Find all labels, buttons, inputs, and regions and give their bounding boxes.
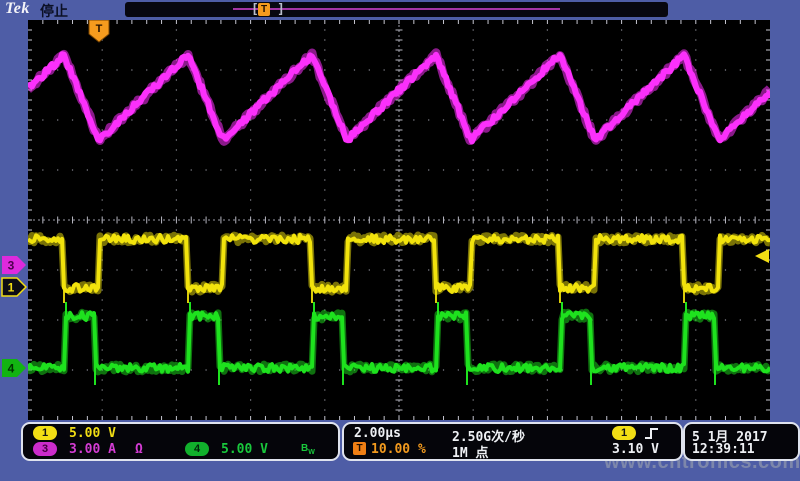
svg-text:4: 4 bbox=[8, 362, 15, 376]
svg-text:T: T bbox=[96, 23, 103, 35]
ch3-scale[interactable]: 3.00 A bbox=[69, 442, 116, 457]
trigger-position-flag[interactable]: T bbox=[89, 20, 109, 42]
horizontal-trigger-readout-box[interactable]: 2.00µs 2.50G次/秒 1 T 10.00 % 1M 点 3.10 V bbox=[342, 422, 683, 461]
tek-logo: Tek bbox=[5, 0, 30, 18]
ch4-badge[interactable]: 4 bbox=[185, 442, 209, 456]
record-view-bar[interactable]: [ T ] bbox=[125, 2, 668, 17]
trigger-level-readout[interactable]: 3.10 V bbox=[612, 442, 659, 457]
ch1-badge[interactable]: 1 bbox=[33, 426, 57, 440]
datetime-box: 5 1月 2017 12:39:11 bbox=[683, 422, 800, 461]
ch1-scale[interactable]: 5.00 V bbox=[69, 426, 116, 441]
rising-edge-icon bbox=[644, 426, 660, 441]
ch3-impedance: Ω bbox=[135, 442, 143, 457]
ch1-position-marker[interactable]: 1 bbox=[2, 278, 26, 296]
ch3-position-marker[interactable]: 3 bbox=[2, 256, 26, 274]
record-length-readout: 1M 点 bbox=[452, 442, 488, 461]
trigger-position-badge: T bbox=[353, 442, 366, 455]
time-readout: 12:39:11 bbox=[692, 442, 755, 457]
ch4-scale[interactable]: 5.00 V bbox=[221, 442, 268, 457]
bandwidth-limit-icon: BW bbox=[301, 443, 315, 456]
waveform-canvas: T bbox=[28, 20, 770, 420]
timebase-readout[interactable]: 2.00µs bbox=[354, 426, 401, 441]
record-trigger-marker[interactable]: T bbox=[258, 3, 270, 16]
channel-marker-rail: 3 1 4 bbox=[0, 20, 28, 420]
trigger-source-badge[interactable]: 1 bbox=[612, 426, 636, 440]
record-window-right-bracket[interactable]: ] bbox=[277, 2, 285, 17]
acquisition-status: 停止 bbox=[40, 1, 68, 21]
oscilloscope-screen: Tek 停止 [ T ] T 3 1 4 1 5.00 V 3 3.00 A Ω 4… bbox=[0, 0, 800, 481]
svg-text:1: 1 bbox=[8, 281, 15, 295]
graticule: T bbox=[28, 20, 770, 420]
ch4-position-marker[interactable]: 4 bbox=[2, 359, 26, 377]
ch3-badge[interactable]: 3 bbox=[33, 442, 57, 456]
trigger-position-readout[interactable]: 10.00 % bbox=[371, 442, 426, 457]
svg-text:3: 3 bbox=[8, 259, 15, 273]
channel-readout-box[interactable]: 1 5.00 V 3 3.00 A Ω 4 5.00 V BW bbox=[21, 422, 340, 461]
trigger-level-arrow[interactable] bbox=[755, 249, 769, 263]
